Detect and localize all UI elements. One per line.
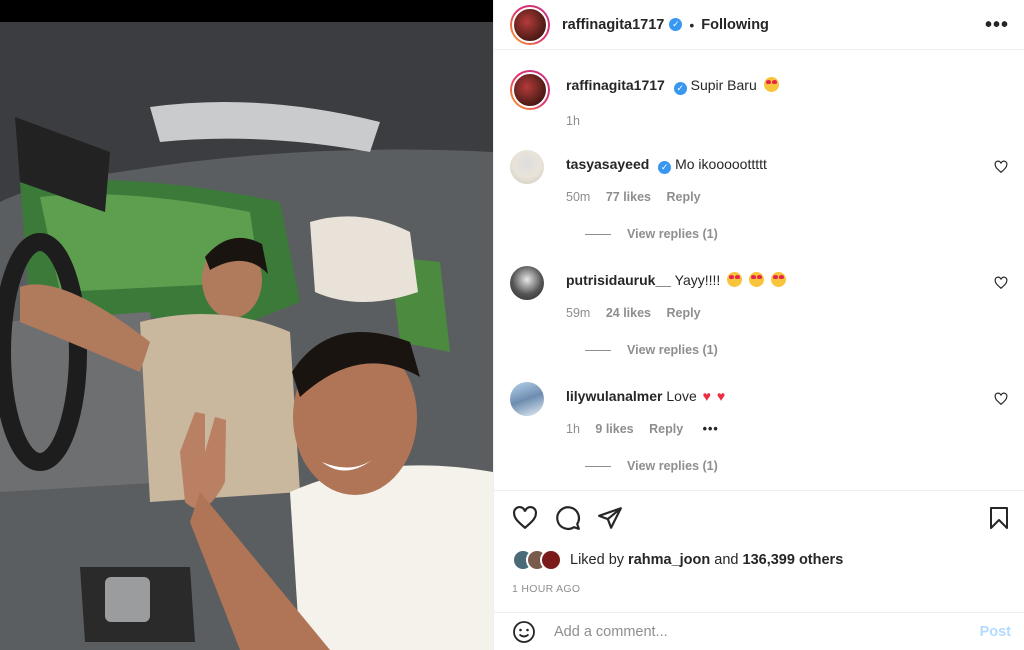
reply-button[interactable]: Reply [666,190,700,204]
post-timestamp[interactable]: 1 HOUR AGO [512,583,580,595]
add-comment-bar: Add a comment... Post [494,612,1024,650]
emoji-picker-icon[interactable] [512,620,536,644]
likes-count[interactable]: 136,399 others [743,552,844,568]
heart-eyes-emoji-icon [771,272,786,287]
author-avatar[interactable] [510,4,550,45]
comment-text: lilywulanalmer Love ♥ ♥ [566,388,725,404]
post-actions: Liked by rahma_joon and 136,399 others 1… [494,490,1024,610]
comment-username[interactable]: lilywulanalmer [566,388,662,404]
liked-by-text: Liked by rahma_joon and 136,399 others [570,552,843,568]
comment-time: 1h [566,422,580,436]
reply-button[interactable]: Reply [649,422,683,436]
comment-likes[interactable]: 77 likes [606,190,651,204]
view-replies-button[interactable]: View replies (1) [585,227,718,241]
verified-badge-icon: ✓ [658,161,672,174]
liker-avatar[interactable] [540,549,562,571]
comment-item: lilywulanalmer Love ♥ ♥ 1h 9 likes Reply… [510,382,1010,482]
caption-username[interactable]: raffinagita1717 [566,77,665,93]
comment-time: 59m [566,306,591,320]
commenter-avatar[interactable] [510,150,544,184]
comment-likes[interactable]: 24 likes [606,306,651,320]
caption-meta: 1h [566,114,580,128]
heart-eyes-emoji-icon [763,77,779,92]
author-username[interactable]: raffinagita1717 [562,17,664,33]
caption-text: raffinagita1717 ✓ Supir Baru [566,77,779,95]
comment-meta: 1h 9 likes Reply ••• [566,422,719,436]
like-heart-icon[interactable] [512,505,538,531]
view-replies-button[interactable]: View replies (1) [585,459,718,473]
heart-eyes-emoji-icon [749,272,765,287]
comment-likes[interactable]: 9 likes [595,422,633,436]
comment-text: putrisidauruk__ Yayy!!!! [566,272,786,288]
like-comment-heart-icon[interactable] [994,392,1008,406]
like-comment-heart-icon[interactable] [994,276,1008,290]
comment-meta: 50m 77 likes Reply [566,190,701,204]
comment-username[interactable]: tasyasayeed [566,156,649,172]
red-heart-emoji-icon: ♥ [716,388,726,404]
header-separator: • [689,16,695,33]
comment-options-icon[interactable]: ••• [703,422,719,436]
caption-time: 1h [566,114,580,128]
caption: raffinagita1717 ✓ Supir Baru 1h [510,70,1010,130]
liked-by-and: and [714,552,739,568]
more-options-icon[interactable]: ••• [985,14,1009,37]
commenter-avatar[interactable] [510,382,544,416]
reply-button[interactable]: Reply [666,306,700,320]
liked-by-line: Liked by rahma_joon and 136,399 others [512,549,843,571]
comment-item: putrisidauruk__ Yayy!!!! 59m 24 likes Re… [510,266,1010,366]
post-comment-button[interactable]: Post [980,624,1011,640]
verified-badge-icon: ✓ [669,18,683,31]
liked-by-user[interactable]: rahma_joon [628,552,710,568]
commenter-avatar[interactable] [510,266,544,300]
post-header: raffinagita1717 ✓ • Following ••• [494,0,1024,50]
comment-body: Love [666,388,697,404]
following-button[interactable]: Following [701,17,769,33]
caption-body: Supir Baru [690,77,757,93]
like-comment-heart-icon[interactable] [994,160,1008,174]
comments-list: raffinagita1717 ✓ Supir Baru 1h tasyasay… [494,50,1024,490]
comment-body: Yayy!!!! [674,272,721,288]
comment-meta: 59m 24 likes Reply [566,306,701,320]
comment-body: Mo ikooooottttt [675,156,767,172]
post-side-panel: raffinagita1717 ✓ • Following ••• raffin… [493,0,1024,650]
heart-eyes-emoji-icon [727,272,743,287]
car-selfie-image [0,22,493,650]
verified-badge-icon: ✓ [673,82,687,95]
post-photo[interactable] [0,22,493,650]
liked-by-prefix: Liked by [570,552,625,568]
add-comment-input[interactable]: Add a comment... [554,624,668,640]
comment-bubble-icon[interactable] [555,505,581,531]
view-replies-button[interactable]: View replies (1) [585,343,718,357]
red-heart-emoji-icon: ♥ [702,388,711,404]
comment-text: tasyasayeed ✓ Mo ikooooottttt [566,156,767,174]
share-send-icon[interactable] [597,505,623,531]
comment-item: tasyasayeed ✓ Mo ikooooottttt 50m 77 lik… [510,150,1010,250]
comment-username[interactable]: putrisidauruk__ [566,272,671,288]
caption-avatar[interactable] [510,70,550,110]
save-bookmark-icon[interactable] [987,505,1011,531]
comment-time: 50m [566,190,591,204]
